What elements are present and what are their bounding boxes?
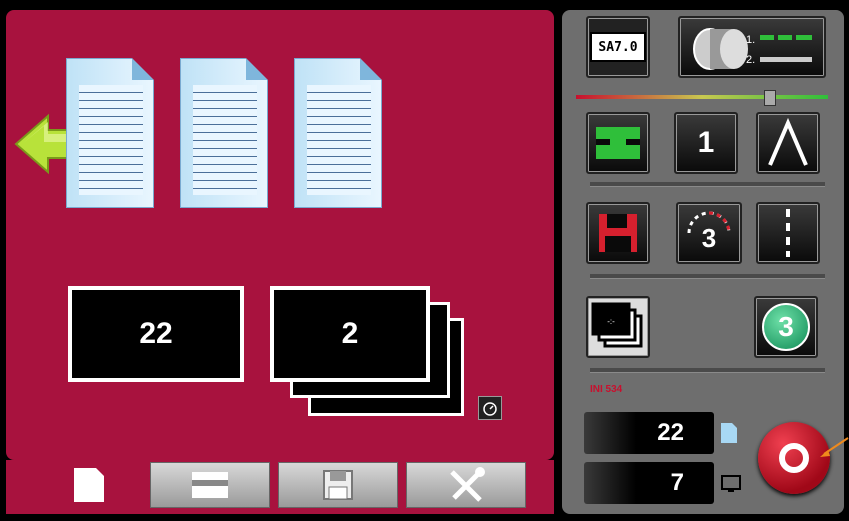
screen-stack-button[interactable]: -:- — [586, 296, 650, 358]
tab-stacker[interactable] — [150, 462, 270, 508]
separator — [590, 182, 825, 187]
screen-stack-icon: -:- — [591, 302, 643, 348]
save-button[interactable] — [586, 202, 650, 264]
fold-icon — [768, 117, 808, 166]
save-icon — [323, 470, 353, 500]
fold-mode-button[interactable] — [756, 112, 820, 174]
pages-field[interactable]: 22 — [584, 412, 714, 454]
roller-status-button[interactable]: 1. 2. — [678, 16, 826, 78]
display-screen: SA7.0 — [590, 32, 646, 62]
document-icon — [294, 58, 382, 208]
timer-icon[interactable] — [478, 396, 502, 420]
perforation-icon — [786, 209, 790, 257]
count-mode-value: 1 — [697, 126, 715, 159]
page-small-icon — [720, 422, 738, 444]
separator — [590, 274, 825, 279]
svg-text:3: 3 — [702, 223, 716, 253]
perforation-button[interactable] — [756, 202, 820, 264]
program-badge-button[interactable]: 3 — [754, 296, 818, 358]
tab-save[interactable] — [278, 462, 398, 508]
page-count-display[interactable]: 22 — [68, 286, 244, 382]
stop-ring-icon — [779, 443, 809, 473]
pointer-arrow-icon — [818, 436, 849, 460]
tools-icon — [450, 467, 485, 502]
slider-handle[interactable] — [764, 90, 776, 106]
page-icon — [74, 468, 104, 502]
document-icon — [180, 58, 268, 208]
badge-3-icon: 3 — [762, 303, 810, 351]
info-label: INI 534 — [590, 384, 623, 395]
sets-field[interactable]: 7 — [584, 462, 714, 504]
slider-track — [576, 95, 828, 99]
svg-text:-:-: -:- — [607, 317, 615, 326]
stacker-icon — [596, 127, 640, 159]
svg-text:1.: 1. — [746, 34, 755, 46]
version-display-button[interactable]: SA7.0 — [586, 16, 650, 78]
svg-text:2.: 2. — [746, 54, 755, 66]
screen-small-icon — [720, 474, 742, 494]
count-mode-button[interactable]: 1 — [674, 112, 738, 174]
delay-timer-button[interactable]: 3 — [676, 202, 742, 264]
document-icon — [66, 58, 154, 208]
stacker-mode-button[interactable] — [586, 112, 650, 174]
roller-icon: 1. 2. — [693, 28, 812, 70]
tab-tools[interactable] — [406, 462, 526, 508]
stacker-icon — [192, 472, 228, 498]
tab-page[interactable] — [28, 462, 148, 508]
timer-icon: 3 — [687, 211, 731, 253]
set-count-display[interactable]: 2 — [270, 286, 430, 382]
speed-slider[interactable] — [576, 90, 828, 106]
save-icon — [599, 214, 637, 252]
separator — [590, 368, 825, 373]
